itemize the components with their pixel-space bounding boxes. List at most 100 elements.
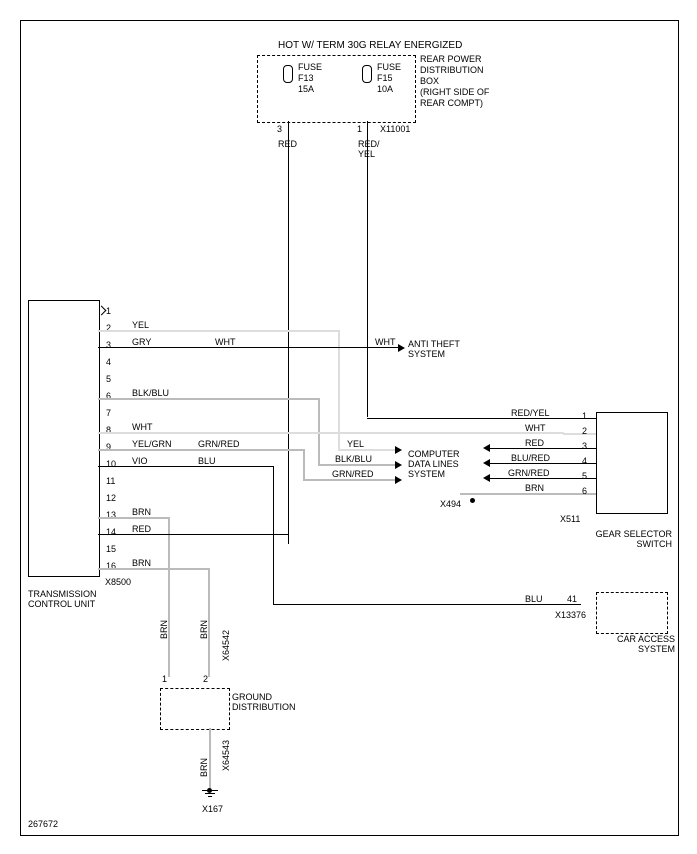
lbl-gss6: BRN	[525, 484, 544, 494]
x64542: X64542	[222, 630, 232, 661]
wire-grnred-v	[303, 449, 305, 479]
pin-gss3: 3	[582, 442, 587, 452]
ground-dot	[207, 788, 212, 793]
brnv1: BRN	[160, 620, 170, 639]
x11001: X11001	[380, 125, 410, 135]
wire-blkblu-v	[318, 398, 320, 464]
tcu-name: TRANSMISSIONCONTROL UNIT	[28, 590, 118, 610]
arrow-cdl1-icon	[395, 446, 402, 454]
pin-gss4: 4	[582, 457, 587, 467]
lbl-yel: YEL	[132, 321, 149, 331]
ground-box	[160, 688, 230, 730]
lbl-gss1: RED/YEL	[511, 409, 550, 419]
x494-dot	[470, 498, 475, 503]
lbl-wht3b: WHT	[215, 338, 236, 348]
wire-brn13v	[168, 517, 170, 677]
pin-gss5: 5	[582, 472, 587, 482]
x64543: X64543	[222, 740, 232, 771]
ground-name: GROUNDDISTRIBUTION	[232, 693, 312, 713]
rear-power-l3: BOX	[420, 77, 439, 87]
tcu-box	[28, 300, 100, 577]
rear-power-l2: DISTRIBUTION	[420, 66, 484, 76]
fuse-f15-name: F15	[377, 74, 393, 84]
wire-vio	[98, 466, 273, 467]
rear-power-l1: REAR POWER	[420, 55, 482, 65]
redyel-label: RED/ YEL	[358, 140, 388, 160]
tcu-conn: X8500	[105, 578, 131, 588]
pin-gss6: 6	[582, 487, 587, 497]
ground-pin1: 1	[162, 675, 167, 685]
fuse-f15-icon	[362, 65, 372, 83]
lbl-gss2: WHT	[525, 424, 546, 434]
fuse-f15-pin: 1	[357, 125, 362, 135]
tcu-pin-6: 6	[106, 392, 111, 402]
lbl-brn13: BRN	[132, 508, 151, 518]
fuse-f15-label: FUSE	[377, 63, 401, 73]
page-root: HOT W/ TERM 30G RELAY ENERGIZED REAR POW…	[0, 0, 697, 854]
arrow-antitheft-icon	[398, 344, 405, 352]
lbl-wht8: WHT	[132, 423, 153, 433]
cas-box	[596, 592, 668, 634]
lbl-grnred-mid: GRN/RED	[332, 470, 374, 480]
tcu-pin-9: 9	[106, 443, 111, 453]
wire-red14v	[288, 534, 289, 544]
tcu-pin-3: 3	[106, 341, 111, 351]
lbl-gry: GRY	[132, 338, 151, 348]
fuse-f13-name: F13	[298, 74, 314, 84]
wire-f15-down	[367, 121, 368, 417]
fuse-f13-label: FUSE	[298, 63, 322, 73]
lbl-wht-mid: WHT	[375, 338, 396, 348]
tcu-pin-10: 10	[106, 460, 116, 470]
arrow-cdl3-icon	[395, 476, 402, 484]
fuse-f13-icon	[283, 65, 293, 83]
gss-conn: X511	[560, 515, 580, 525]
arrow-cdl2-icon	[395, 461, 402, 469]
gss-box	[596, 412, 668, 514]
lbl-cas-blu: BLU	[525, 595, 543, 605]
tcu-pin-2: 2	[106, 324, 111, 334]
tcu-pin-5: 5	[106, 375, 111, 385]
arrow-gss5-icon	[483, 474, 490, 482]
lbl-blkblu-mid: BLK/BLU	[335, 455, 372, 465]
tcu-pin-12: 12	[106, 494, 116, 504]
cas-name: CAR ACCESSSYSTEM	[605, 635, 675, 655]
lbl-blu10: BLU	[198, 457, 216, 467]
pin-gss1: 1	[582, 412, 587, 422]
wire-blkblu	[98, 398, 318, 400]
x167: X167	[202, 805, 223, 815]
lbl-brn16: BRN	[132, 559, 151, 569]
wire-wht8	[98, 432, 564, 434]
wire-gss2	[563, 433, 596, 435]
wire-f13-down	[288, 121, 289, 544]
lbl-blkblu: BLK/BLU	[132, 389, 169, 399]
lbl-gss3: RED	[525, 439, 544, 449]
brnv2: BRN	[200, 620, 210, 639]
lbl-yelgrn: YEL/GRN	[132, 440, 172, 450]
cas-conn: X13376	[555, 611, 586, 621]
title-hot: HOT W/ TERM 30G RELAY ENERGIZED	[278, 40, 462, 51]
antitheft: ANTI THEFTSYSTEM	[408, 340, 468, 360]
arrow-gss4-icon	[483, 459, 490, 467]
lbl-gss5: GRN/RED	[508, 469, 550, 479]
tcu-pin-4: 4	[106, 358, 111, 368]
rear-power-l4: (RIGHT SIDE OF	[420, 88, 489, 98]
fuse-f15-rating: 10A	[377, 85, 393, 95]
tcu-pin-1: 1	[106, 307, 111, 317]
tcu-pin-11: 11	[106, 477, 115, 487]
pin-cas: 41	[567, 595, 577, 605]
lbl-yel-mid: YEL	[347, 440, 364, 450]
pin-gss2: 2	[582, 427, 587, 437]
wire-gss1	[367, 418, 596, 419]
tcu-pin-15: 15	[106, 545, 116, 555]
arrow-gss3-icon	[483, 444, 490, 452]
wire-red14	[98, 534, 288, 535]
fuse-f13-pin: 3	[277, 125, 282, 135]
doc-id: 267672	[28, 820, 58, 830]
lbl-vio: VIO	[132, 457, 148, 467]
diagram-frame	[20, 20, 679, 836]
rear-power-l5: REAR COMPT)	[420, 99, 483, 109]
lbl-gss4: BLU/RED	[511, 454, 550, 464]
x494: X494	[440, 500, 461, 510]
ground-pin2: 2	[203, 675, 208, 685]
tcu-pin-13: 13	[106, 511, 116, 521]
